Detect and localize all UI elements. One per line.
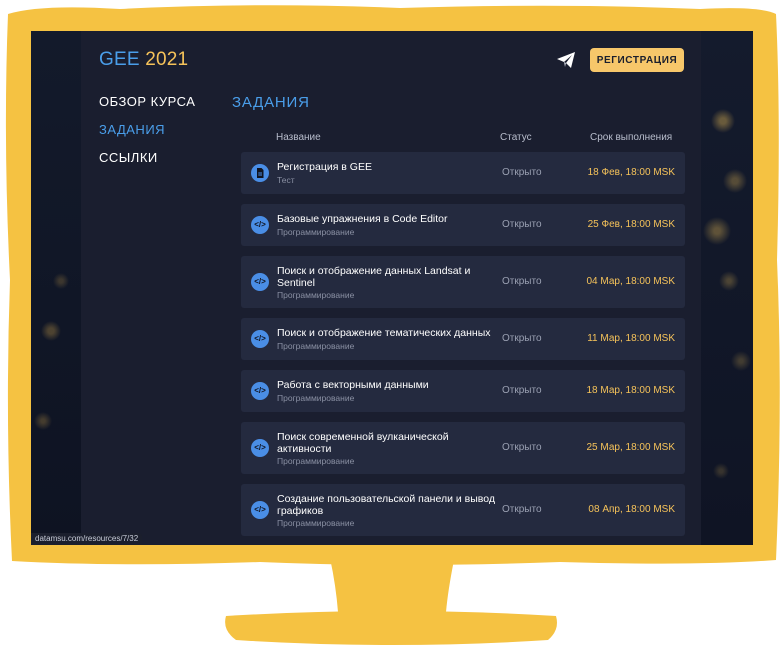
task-category: Программирование [277, 518, 355, 528]
task-category: Программирование [277, 341, 355, 351]
logo-year: 2021 [145, 49, 189, 70]
task-category: Программирование [277, 290, 355, 300]
code-icon: </> [251, 273, 269, 291]
column-header-name: Название [276, 132, 321, 143]
task-row[interactable]: </> Создание пользовательской панели и в… [241, 484, 685, 536]
task-category: Тест [277, 175, 295, 185]
task-row[interactable]: </> Поиск современной вулканической акти… [241, 422, 685, 474]
task-status: Открыто [502, 385, 542, 396]
register-button[interactable]: РЕГИСТРАЦИЯ [590, 48, 684, 72]
task-status: Открыто [502, 276, 542, 287]
task-row[interactable]: </> Поиск и отображение тематических дан… [241, 318, 685, 360]
task-row[interactable]: </> Работа с векторными данными Программ… [241, 370, 685, 412]
sidebar-item-links[interactable]: ССЫЛКИ [99, 150, 195, 165]
monitor-screen: GEE 2021 РЕГИСТРАЦИЯ ОБЗОР КУРСА ЗАДАНИЯ… [31, 31, 753, 545]
course-page: GEE 2021 РЕГИСТРАЦИЯ ОБЗОР КУРСА ЗАДАНИЯ… [81, 31, 701, 545]
task-due: 25 Фев, 18:00 MSK [587, 219, 675, 230]
status-url: datamsu.com/resources/7/32 [31, 533, 143, 545]
task-category: Программирование [277, 456, 355, 466]
task-row[interactable]: </> Базовые упражнения в Code Editor Про… [241, 204, 685, 246]
column-header-due: Срок выполнения [590, 132, 673, 143]
sidebar-item-assignments[interactable]: ЗАДАНИЯ [99, 122, 195, 137]
task-due: 08 Апр, 18:00 MSK [588, 504, 675, 515]
task-title: Создание пользовательской панели и вывод… [277, 493, 495, 517]
task-title: Базовые упражнения в Code Editor [277, 213, 448, 225]
task-status: Открыто [502, 167, 542, 178]
task-status: Открыто [502, 442, 542, 453]
task-row[interactable]: Регистрация в GEE Тест Открыто 18 Фев, 1… [241, 152, 685, 194]
task-title: Поиск и отображение данных Landsat и Sen… [277, 265, 471, 289]
sidebar-item-overview[interactable]: ОБЗОР КУРСА [99, 94, 195, 109]
task-category: Программирование [277, 227, 355, 237]
task-title: Регистрация в GEE [277, 161, 372, 173]
paper-plane-icon[interactable] [556, 51, 576, 69]
sidebar-nav: ОБЗОР КУРСА ЗАДАНИЯ ССЫЛКИ [99, 94, 195, 178]
code-icon: </> [251, 439, 269, 457]
column-header-status: Статус [500, 132, 532, 143]
task-title: Работа с векторными данными [277, 379, 429, 391]
task-due: 11 Мар, 18:00 MSK [587, 333, 675, 344]
task-row[interactable]: </> Поиск и отображение данных Landsat и… [241, 256, 685, 308]
code-icon: </> [251, 330, 269, 348]
task-due: 18 Мар, 18:00 MSK [586, 385, 676, 396]
task-due: 04 Мар, 18:00 MSK [586, 276, 676, 287]
task-status: Открыто [502, 333, 542, 344]
task-due: 25 Мар, 18:00 MSK [586, 442, 676, 453]
logo-gee: GEE [99, 49, 140, 70]
code-icon: </> [251, 501, 269, 519]
task-status: Открыто [502, 219, 542, 230]
document-icon [251, 164, 269, 182]
code-icon: </> [251, 382, 269, 400]
task-category: Программирование [277, 393, 355, 403]
earth-night-background-left [31, 31, 81, 545]
page-title: ЗАДАНИЯ [232, 94, 310, 111]
site-logo[interactable]: GEE 2021 [99, 49, 188, 71]
task-due: 18 Фев, 18:00 MSK [587, 167, 675, 178]
task-title: Поиск современной вулканической активнос… [277, 431, 449, 455]
task-status: Открыто [502, 504, 542, 515]
task-list: Регистрация в GEE Тест Открыто 18 Фев, 1… [241, 152, 685, 545]
earth-night-background-right [701, 31, 753, 545]
task-title: Поиск и отображение тематических данных [277, 327, 491, 339]
code-icon: </> [251, 216, 269, 234]
